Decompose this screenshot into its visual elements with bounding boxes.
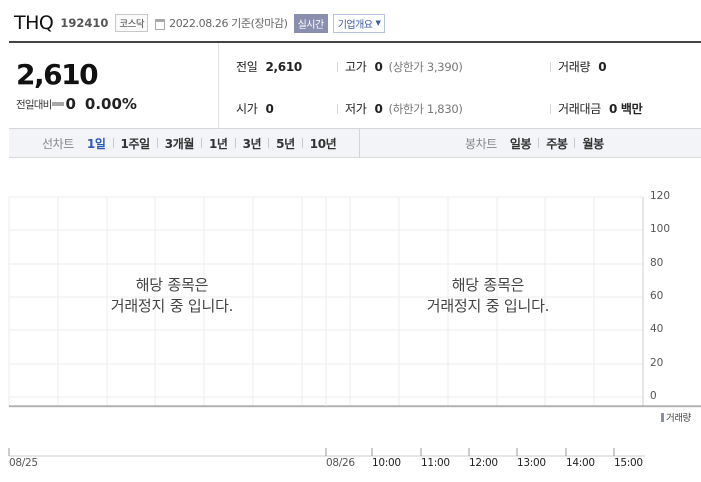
trading-halt-notice-line: 거래정지 중 입니다. xyxy=(110,297,234,315)
x-tick-label: 13:00 xyxy=(517,457,546,469)
x-tick-label: 11:00 xyxy=(421,457,450,469)
y-tick-label: 100 xyxy=(650,223,671,235)
y-tick-label: 120 xyxy=(650,190,671,202)
x-tick-label: 12:00 xyxy=(469,457,498,469)
x-tick-label: 08/26 xyxy=(326,457,355,469)
x-tick-label: 08/25 xyxy=(9,457,38,469)
trading-halt-notice: 해당 종목은거래정지 중 입니다. xyxy=(378,275,598,317)
trading-halt-notice-line: 해당 종목은 xyxy=(451,276,525,294)
chart-canvas xyxy=(8,196,701,457)
y-tick-label: 60 xyxy=(650,290,664,302)
x-tick-label: 15:00 xyxy=(614,457,643,469)
volume-legend: 거래량 xyxy=(661,410,691,424)
y-tick-label: 40 xyxy=(650,323,664,335)
y-tick-label: 0 xyxy=(650,390,657,402)
x-tick-label: 10:00 xyxy=(372,457,401,469)
price-chart: 120 100 80 60 40 20 0 08/25 08/26 10:00 11:00 12:00… xyxy=(0,0,701,482)
y-tick-label: 20 xyxy=(650,357,664,369)
trading-halt-notice: 해당 종목은거래정지 중 입니다. xyxy=(62,275,282,317)
y-tick-label: 80 xyxy=(650,257,664,269)
x-tick-label: 14:00 xyxy=(566,457,595,469)
trading-halt-notice-line: 해당 종목은 xyxy=(135,276,209,294)
volume-legend-swatch xyxy=(661,412,664,422)
volume-legend-label: 거래량 xyxy=(666,413,691,424)
trading-halt-notice-line: 거래정지 중 입니다. xyxy=(426,297,550,315)
